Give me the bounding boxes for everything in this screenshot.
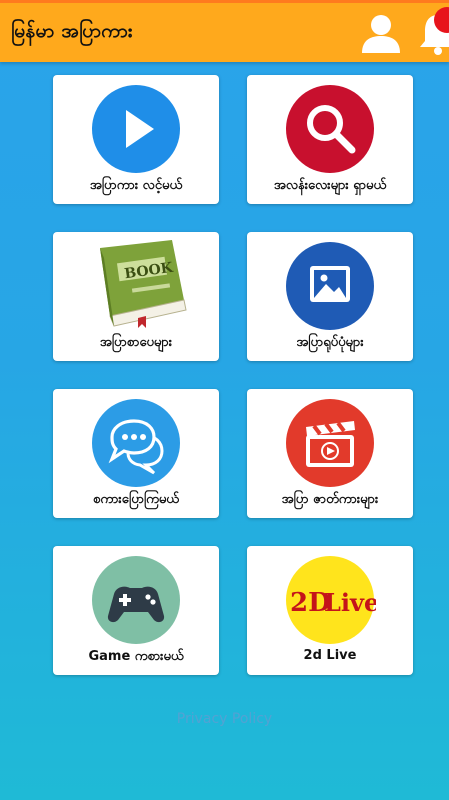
gamepad-icon xyxy=(90,554,182,646)
menu-card-2d-live[interactable]: 2D Live 2d Live xyxy=(247,546,413,675)
live-icon-text-live: Live xyxy=(324,588,376,617)
menu-label: အပြာ ဇာတ်ကားများ xyxy=(281,492,379,507)
chat-icon xyxy=(90,397,182,489)
privacy-policy-link[interactable]: Privacy Policy xyxy=(0,711,449,727)
user-icon[interactable] xyxy=(360,13,402,55)
menu-label: 2d Live xyxy=(303,648,357,663)
app-bar: မြန်မာ အပြာကား xyxy=(0,0,449,62)
2d-live-icon: 2D Live xyxy=(284,554,379,646)
menu-label: စကားပြောကြမယ် xyxy=(93,492,179,507)
menu-card-movies[interactable]: အပြာ ဇာတ်ကားများ xyxy=(247,389,413,518)
menu-label: အပြာကား လင့်မယ် xyxy=(89,178,183,193)
menu-label: အပြာရုပ်ပုံများ xyxy=(296,335,364,350)
app-title: မြန်မာ အပြာကား xyxy=(11,20,133,42)
menu-card-images[interactable]: အပြာရုပ်ပုံများ xyxy=(247,232,413,361)
play-icon xyxy=(90,83,182,175)
video-clapper-icon xyxy=(284,397,376,489)
menu-card-books[interactable]: BOOK အပြာစာပေများ xyxy=(53,232,219,361)
menu-card-games[interactable]: Game ကစားမယ် xyxy=(53,546,219,675)
menu-label: အပြာစာပေများ xyxy=(99,335,173,350)
menu-card-watch-videos[interactable]: အပြာကား လင့်မယ် xyxy=(53,75,219,204)
menu-label: အလန်းလေးများ ရှာမယ် xyxy=(273,178,387,193)
image-icon xyxy=(284,240,376,332)
search-icon xyxy=(284,83,376,175)
menu-label: Game ကစားမယ် xyxy=(88,649,184,664)
menu-card-search[interactable]: အလန်းလေးများ ရှာမယ် xyxy=(247,75,413,204)
menu-card-chat[interactable]: စကားပြောကြမယ် xyxy=(53,389,219,518)
book-icon: BOOK xyxy=(80,238,192,330)
